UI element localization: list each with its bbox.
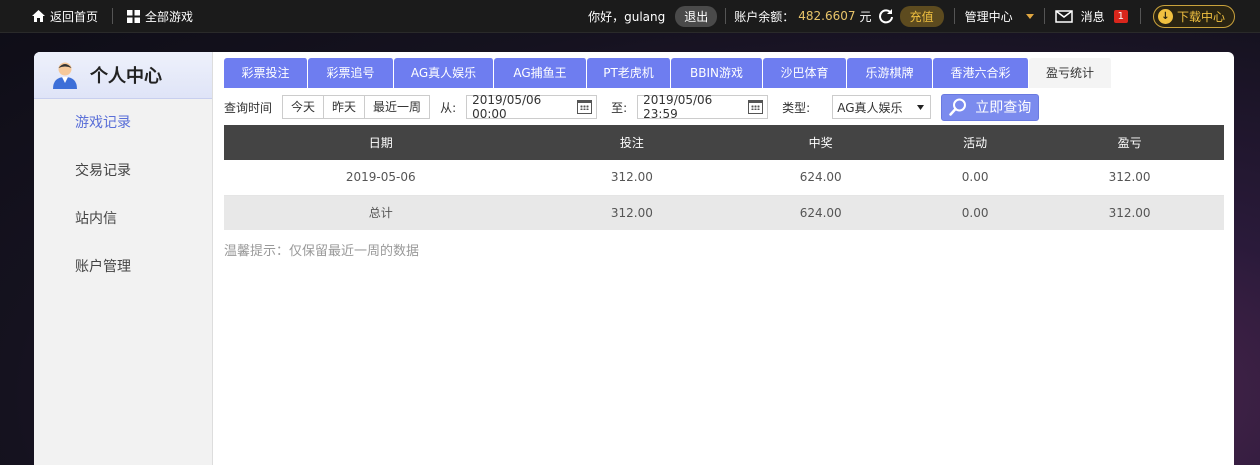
game-tabs: 彩票投注 彩票追号 AG真人娱乐 AG捕鱼王 PT老虎机 BBIN游戏 沙巴体育…: [224, 58, 1224, 88]
main-panel: 个人中心 游戏记录 交易记录 站内信 账户管理 彩票投注 彩票追号 AG真人娱乐…: [34, 52, 1234, 465]
total-activity: 0.00: [915, 195, 1036, 230]
tab-bbin-games[interactable]: BBIN游戏: [671, 58, 763, 88]
download-icon: ↓: [1157, 8, 1173, 24]
table-row: 2019-05-06 312.00 624.00 0.00 312.00: [224, 160, 1224, 196]
to-date-value: 2019/05/06 23:59: [643, 93, 713, 121]
manage-center-menu[interactable]: 管理中心: [965, 8, 1034, 25]
search-icon: [949, 98, 967, 116]
tab-ag-live[interactable]: AG真人娱乐: [394, 58, 494, 88]
sidebar-title: 个人中心: [90, 66, 162, 87]
game-type-select[interactable]: AG真人娱乐: [832, 95, 932, 119]
sidebar-list: 游戏记录 交易记录 站内信 账户管理: [34, 99, 212, 291]
refresh-icon[interactable]: [878, 8, 894, 24]
message-count-badge: 1: [1113, 9, 1128, 23]
query-time-label: 查询时间: [224, 100, 273, 115]
col-win: 中奖: [726, 125, 916, 160]
sidebar-header: 个人中心: [34, 52, 212, 99]
download-label: 下载中心: [1176, 9, 1225, 24]
caret-down-icon: [1025, 13, 1034, 19]
total-bet: 312.00: [537, 195, 727, 230]
from-date-value: 2019/05/06 00:00: [472, 93, 542, 121]
messages-link[interactable]: 消息 1: [1054, 8, 1128, 25]
tab-lottery-bets[interactable]: 彩票投注: [224, 58, 308, 88]
tab-profit-loss[interactable]: 盈亏统计: [1029, 58, 1112, 88]
envelope-icon: [1054, 9, 1073, 23]
query-button-label: 立即查询: [975, 100, 1032, 116]
logout-button[interactable]: 退出: [675, 5, 718, 27]
profit-loss-table: 日期 投注 中奖 活动 盈亏 2019-05-06 312.00 624.00 …: [224, 125, 1224, 230]
download-center-button[interactable]: ↓ 下载中心: [1152, 4, 1235, 28]
yesterday-button[interactable]: 昨天: [324, 96, 366, 118]
divider: [1043, 8, 1045, 24]
sidebar-item-account-management[interactable]: 账户管理: [34, 243, 212, 291]
home-label: 返回首页: [50, 9, 99, 24]
balance-label: 账户余额：: [734, 9, 795, 24]
col-activity: 活动: [915, 125, 1036, 160]
caret-down-icon: [917, 104, 925, 110]
game-type-value: AG真人娱乐: [837, 100, 903, 115]
today-button[interactable]: 今天: [283, 96, 325, 118]
messages-label: 消息: [1080, 9, 1105, 24]
calendar-icon[interactable]: [747, 100, 764, 114]
user-icon: [53, 62, 77, 89]
type-label: 类型:: [782, 100, 811, 115]
cell-date: 2019-05-06: [224, 160, 538, 196]
sidebar: 个人中心 游戏记录 交易记录 站内信 账户管理: [34, 52, 213, 465]
table-total-row: 总计 312.00 624.00 0.00 312.00: [224, 195, 1224, 230]
cell-win: 624.00: [726, 160, 916, 196]
query-now-button[interactable]: 立即查询: [941, 93, 1040, 121]
tab-lottery-chase[interactable]: 彩票追号: [308, 58, 394, 88]
divider: [953, 8, 955, 24]
to-label: 至:: [611, 100, 628, 115]
cell-activity: 0.00: [915, 160, 1036, 196]
total-label: 总计: [224, 195, 538, 230]
divider: [1139, 8, 1141, 24]
query-filter-bar: 查询时间 今天 昨天 最近一周 从: 2019/05/06 00:00 至: 2…: [224, 92, 1224, 122]
from-label: 从:: [440, 100, 457, 115]
data-retention-tip: 温馨提示：仅保留最近一周的数据: [224, 244, 420, 259]
table-header-row: 日期 投注 中奖 活动 盈亏: [224, 125, 1224, 160]
cell-bet: 312.00: [537, 160, 727, 196]
balance-unit: 元: [859, 9, 872, 24]
tab-hk-mark-six[interactable]: 香港六合彩: [933, 58, 1029, 88]
content-area: 彩票投注 彩票追号 AG真人娱乐 AG捕鱼王 PT老虎机 BBIN游戏 沙巴体育…: [224, 58, 1224, 259]
total-win: 624.00: [726, 195, 916, 230]
tab-leyou-chess[interactable]: 乐游棋牌: [847, 58, 933, 88]
all-games-link[interactable]: 全部游戏: [127, 8, 193, 25]
divider: [112, 8, 114, 24]
to-date-input[interactable]: 2019/05/06 23:59: [637, 93, 769, 121]
sidebar-item-inbox[interactable]: 站内信: [34, 195, 212, 243]
manage-label: 管理中心: [964, 9, 1013, 24]
cell-profit: 312.00: [1035, 160, 1224, 196]
last-week-button[interactable]: 最近一周: [365, 96, 430, 118]
tab-pt-slots[interactable]: PT老虎机: [587, 58, 671, 88]
calendar-icon[interactable]: [576, 100, 593, 114]
sidebar-item-transaction-records[interactable]: 交易记录: [34, 147, 212, 195]
divider: [725, 8, 727, 24]
recharge-button[interactable]: 充值: [899, 5, 944, 27]
tab-saba-sports[interactable]: 沙巴体育: [763, 58, 847, 88]
from-date-input[interactable]: 2019/05/06 00:00: [466, 93, 598, 121]
balance-value: 482.6607: [798, 9, 856, 23]
quick-range-group: 今天 昨天 最近一周: [282, 95, 431, 119]
all-games-label: 全部游戏: [145, 9, 194, 24]
home-link[interactable]: 返回首页: [32, 8, 98, 25]
col-date: 日期: [224, 125, 538, 160]
sidebar-item-game-records[interactable]: 游戏记录: [34, 99, 212, 147]
top-bar: 返回首页 全部游戏 你好，gulang 退出 账户余额： 482.6607 元 …: [0, 0, 1260, 33]
col-profit: 盈亏: [1035, 125, 1224, 160]
greeting-text: 你好，gulang: [588, 9, 666, 24]
grid-icon: [127, 9, 141, 23]
home-icon: [32, 10, 45, 22]
total-profit: 312.00: [1035, 195, 1224, 230]
tab-ag-fishing[interactable]: AG捕鱼王: [494, 58, 587, 88]
col-bet: 投注: [537, 125, 727, 160]
